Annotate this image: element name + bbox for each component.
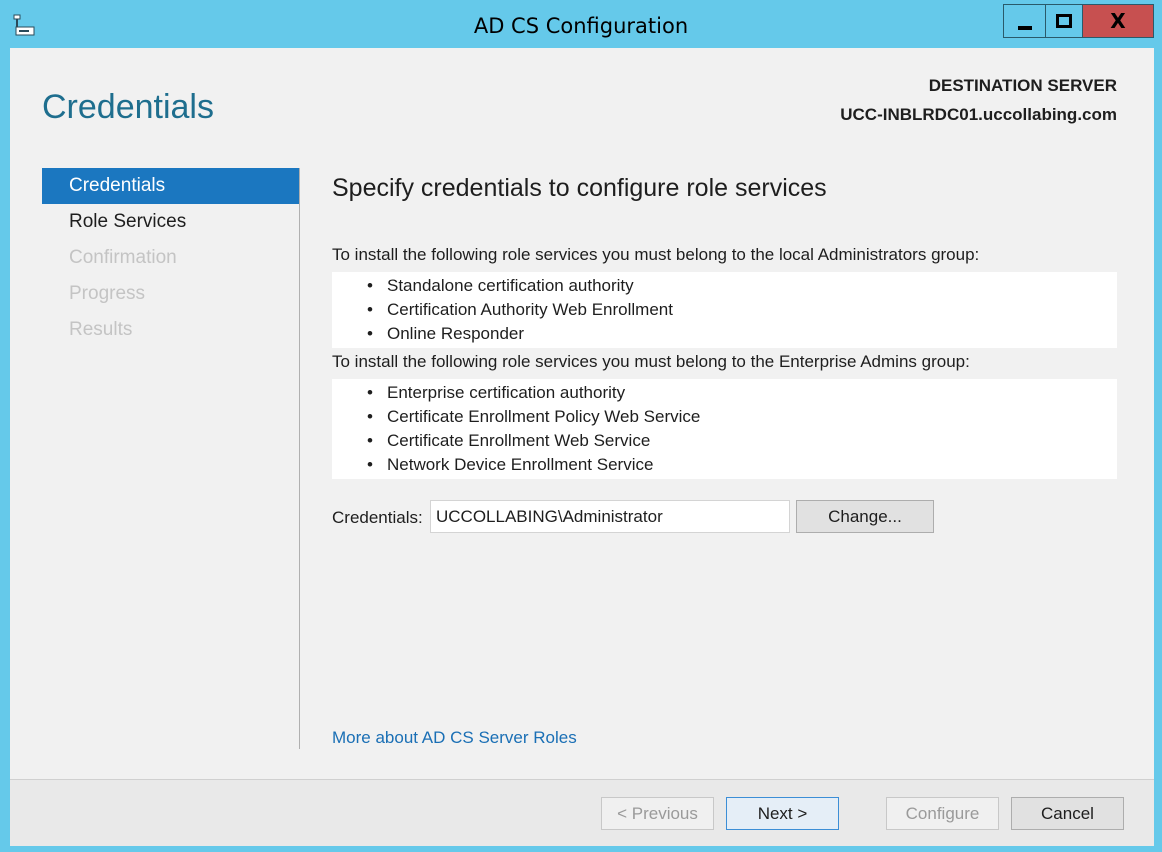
list-item: • Standalone certification authority: [332, 274, 1117, 298]
change-credentials-button[interactable]: Change...: [796, 500, 934, 533]
maximize-icon: [1056, 14, 1072, 28]
list-item: • Network Device Enrollment Service: [332, 453, 1117, 477]
bullet-icon: •: [367, 455, 373, 474]
cancel-button[interactable]: Cancel: [1011, 797, 1124, 830]
nav-item-progress: Progress: [69, 283, 146, 304]
next-button[interactable]: Next >: [726, 797, 839, 830]
destination-server-name: UCC-INBLRDC01.uccollabing.com: [840, 105, 1117, 124]
nav-item-role-services[interactable]: Role Services: [42, 204, 299, 240]
close-button[interactable]: X: [1082, 4, 1154, 38]
bullet-icon: •: [367, 383, 373, 402]
more-about-adcs-link[interactable]: More about AD CS Server Roles: [332, 728, 577, 748]
credentials-label: Credentials:: [332, 508, 423, 527]
list-item: • Certificate Enrollment Policy Web Servi…: [332, 405, 1117, 429]
wizard-footer: < Previous Next > Configure Cancel: [10, 779, 1154, 846]
page-title: Credentials: [42, 88, 214, 126]
bullet-icon: •: [367, 407, 373, 426]
list-item: • Certificate Enrollment Web Service: [332, 429, 1117, 453]
list-item: • Online Responder: [332, 322, 1117, 346]
minimize-icon: [1017, 26, 1032, 30]
wizard-client-area: Credentials DESTINATION SERVER UCC-INBLR…: [10, 48, 1154, 846]
maximize-button[interactable]: [1045, 4, 1083, 38]
minimize-button[interactable]: [1003, 4, 1046, 38]
configure-button: Configure: [886, 797, 999, 830]
bullet-icon: •: [367, 276, 373, 295]
destination-server-label: DESTINATION SERVER: [928, 76, 1117, 95]
list-item: • Certification Authority Web Enrollment: [332, 298, 1117, 322]
title-bar[interactable]: AD CS Configuration X: [0, 0, 1162, 48]
enterprise-admin-requirement-text: To install the following role services y…: [332, 352, 970, 371]
credentials-field: UCCOLLABING\Administrator: [430, 500, 790, 533]
enterprise-admin-services-list: • Enterprise certification authority • Cer…: [332, 379, 1117, 479]
nav-divider: [299, 168, 300, 749]
window-title: AD CS Configuration: [473, 14, 689, 38]
previous-button: < Previous: [601, 797, 714, 830]
nav-item-results: Results: [69, 319, 133, 340]
bullet-icon: •: [367, 324, 373, 343]
bullet-icon: •: [367, 431, 373, 450]
local-admin-requirement-text: To install the following role services y…: [332, 245, 980, 264]
list-item: • Enterprise certification authority: [332, 381, 1117, 405]
local-admin-services-list: • Standalone certification authority • Cer…: [332, 272, 1117, 348]
section-heading: Specify credentials to configure role se…: [332, 174, 827, 202]
wizard-nav: Credentials Role Services Confirmation P…: [42, 168, 299, 348]
nav-item-confirmation: Confirmation: [69, 247, 177, 268]
bullet-icon: •: [367, 300, 373, 319]
close-icon: X: [1110, 9, 1126, 33]
nav-item-credentials[interactable]: Credentials: [42, 168, 299, 204]
